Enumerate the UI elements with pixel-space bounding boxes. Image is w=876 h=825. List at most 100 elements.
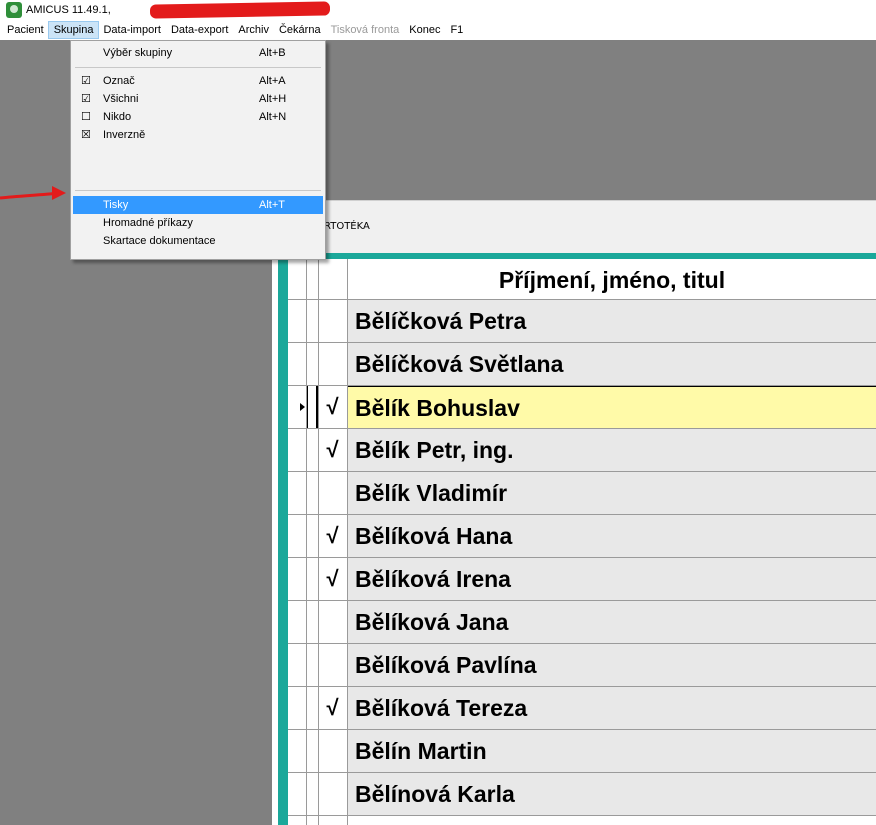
menu-skupina[interactable]: Skupina [47, 21, 100, 39]
column-header-name[interactable]: Příjmení, jméno, titul [348, 259, 876, 299]
menuitem-nikdo[interactable]: ☐ Nikdo Alt+N [73, 108, 323, 126]
menu-data-import[interactable]: Data-import [98, 22, 165, 38]
row-check-mark[interactable] [318, 601, 347, 643]
row-check-mark[interactable]: √ [318, 429, 347, 471]
selection-frame [306, 386, 318, 428]
row-check-mark[interactable] [318, 472, 347, 514]
menu-konec[interactable]: Konec [404, 22, 445, 38]
patient-name-cell[interactable]: Bělíčková Světlana [347, 343, 876, 385]
menu-separator [75, 190, 321, 191]
menu-pacient[interactable]: Pacient [2, 22, 49, 38]
row-check-mark[interactable]: √ [318, 515, 347, 557]
row-check-mark[interactable] [318, 644, 347, 686]
window-title: AMICUS 11.49.1, [26, 4, 111, 16]
table-row[interactable]: Bělíčková Světlana [288, 343, 876, 386]
patient-name-cell[interactable]: Bělíčková Petra [347, 300, 876, 342]
menu-cekarna[interactable]: Čekárna [274, 22, 326, 38]
menuitem-vyber-skupiny[interactable]: Výběr skupiny Alt+B [73, 44, 323, 62]
menu-archiv[interactable]: Archiv [233, 22, 274, 38]
menuitem-tisky[interactable]: Tisky Alt+T [73, 196, 323, 214]
menuitem-vsichni[interactable]: ☑ Všichni Alt+H [73, 90, 323, 108]
patient-name-cell[interactable]: Bělíková Hana [347, 515, 876, 557]
child-window-titlebar: RTOTÉKA [272, 200, 876, 253]
kartoteka-window: RTOTÉKA Příjmení, jméno, titul Bělíčková… [272, 200, 876, 825]
row-indicator [288, 773, 318, 815]
patient-name-cell[interactable]: Bělík Petr, ing. [347, 429, 876, 471]
patient-name-cell[interactable]: Bělíková Jana [347, 601, 876, 643]
row-indicator [288, 515, 318, 557]
row-indicator [288, 386, 318, 428]
row-check-mark[interactable] [318, 730, 347, 772]
menuitem-hromadne-prikazy[interactable]: Hromadné příkazy [73, 214, 323, 232]
menu-f1[interactable]: F1 [445, 22, 468, 38]
menuitem-skartace-dokumentace[interactable]: Skartace dokumentace [73, 232, 323, 250]
menuitem-label: Nikdo [103, 111, 132, 123]
row-check-mark[interactable] [318, 343, 347, 385]
skupina-dropdown-menu: Výběr skupiny Alt+B ☑ Označ Alt+A ☑ Všic… [70, 40, 326, 260]
row-indicator [288, 687, 318, 729]
menuitem-shortcut: Alt+N [259, 111, 287, 123]
patient-name-cell[interactable]: Bělín Martin [347, 730, 876, 772]
patient-name-cell[interactable]: Bělík Bohuslav [347, 386, 876, 428]
grid-column-divider [318, 259, 319, 825]
menuitem-oznac[interactable]: ☑ Označ Alt+A [73, 72, 323, 90]
menuitem-shortcut: Alt+A [259, 75, 286, 87]
check-all-icon: ☑ [81, 93, 91, 105]
mark-check-icon: ☑ [81, 75, 91, 87]
menu-separator [75, 67, 321, 68]
menuitem-shortcut: Alt+B [259, 47, 286, 59]
table-row[interactable]: √ Bělík Petr, ing. [288, 429, 876, 472]
row-indicator [288, 730, 318, 772]
child-window-title: RTOTÉKA [324, 221, 370, 232]
row-indicator [288, 472, 318, 514]
table-row-selected[interactable]: √ Bělík Bohuslav [288, 386, 876, 429]
menuitem-shortcut: Alt+H [259, 93, 287, 105]
table-row[interactable]: Bělíková Pavlína [288, 644, 876, 687]
menu-tiskova-fronta[interactable]: Tisková fronta [326, 22, 405, 38]
menuitem-label: Hromadné příkazy [103, 217, 193, 229]
row-check-mark[interactable]: √ [318, 386, 347, 428]
row-indicator [288, 558, 318, 600]
row-indicator [288, 601, 318, 643]
row-indicator [288, 300, 318, 342]
table-row[interactable]: √ Bělíková Hana [288, 515, 876, 558]
redaction-mark [149, 1, 331, 19]
table-row[interactable]: Bělík Vladimír [288, 472, 876, 515]
menuitem-label: Všichni [103, 93, 139, 105]
menuitem-label: Inverzně [103, 129, 146, 141]
patient-name-cell[interactable]: Bělíková Irena [347, 558, 876, 600]
patient-name-cell[interactable]: Bělík Vladimír [347, 472, 876, 514]
grid-column-divider [306, 259, 307, 825]
teal-frame-left [278, 253, 288, 825]
row-indicator [288, 644, 318, 686]
table-row[interactable]: Bělín Martin [288, 730, 876, 773]
current-row-pointer-icon [300, 403, 305, 411]
row-check-mark[interactable] [318, 300, 347, 342]
annotation-arrow-icon [0, 186, 66, 200]
patient-name-cell[interactable]: Bělínová Karla [347, 773, 876, 815]
row-check-mark[interactable] [318, 773, 347, 815]
table-row[interactable]: Bělínová Karla [288, 773, 876, 816]
table-row[interactable]: √ Bělíková Tereza [288, 687, 876, 730]
uncheck-all-icon: ☐ [81, 111, 91, 123]
table-row[interactable]: Bělíková Jana [288, 601, 876, 644]
row-indicator [288, 429, 318, 471]
menuitem-inverzne[interactable]: ☒ Inverzně [73, 126, 323, 144]
patient-grid: Příjmení, jméno, titul Bělíčková Petra B… [288, 259, 876, 825]
menuitem-shortcut: Alt+T [259, 199, 285, 211]
menuitem-label: Tisky [103, 199, 129, 211]
app-icon [6, 2, 22, 18]
patient-name-cell[interactable]: Bělíková Pavlína [347, 644, 876, 686]
table-row[interactable]: Bělíčková Petra [288, 300, 876, 343]
menu-bar: Pacient Skupina Data-import Data-export … [0, 20, 876, 40]
row-indicator [288, 343, 318, 385]
menu-data-export[interactable]: Data-export [166, 22, 233, 38]
menuitem-label: Výběr skupiny [103, 47, 173, 59]
row-check-mark[interactable]: √ [318, 687, 347, 729]
patient-name-cell[interactable]: Bělíková Tereza [347, 687, 876, 729]
row-check-mark[interactable]: √ [318, 558, 347, 600]
grid-header: Příjmení, jméno, titul [288, 259, 876, 300]
table-row[interactable]: √ Bělíková Irena [288, 558, 876, 601]
menuitem-label: Skartace dokumentace [103, 235, 216, 247]
grid-column-divider [347, 259, 348, 825]
